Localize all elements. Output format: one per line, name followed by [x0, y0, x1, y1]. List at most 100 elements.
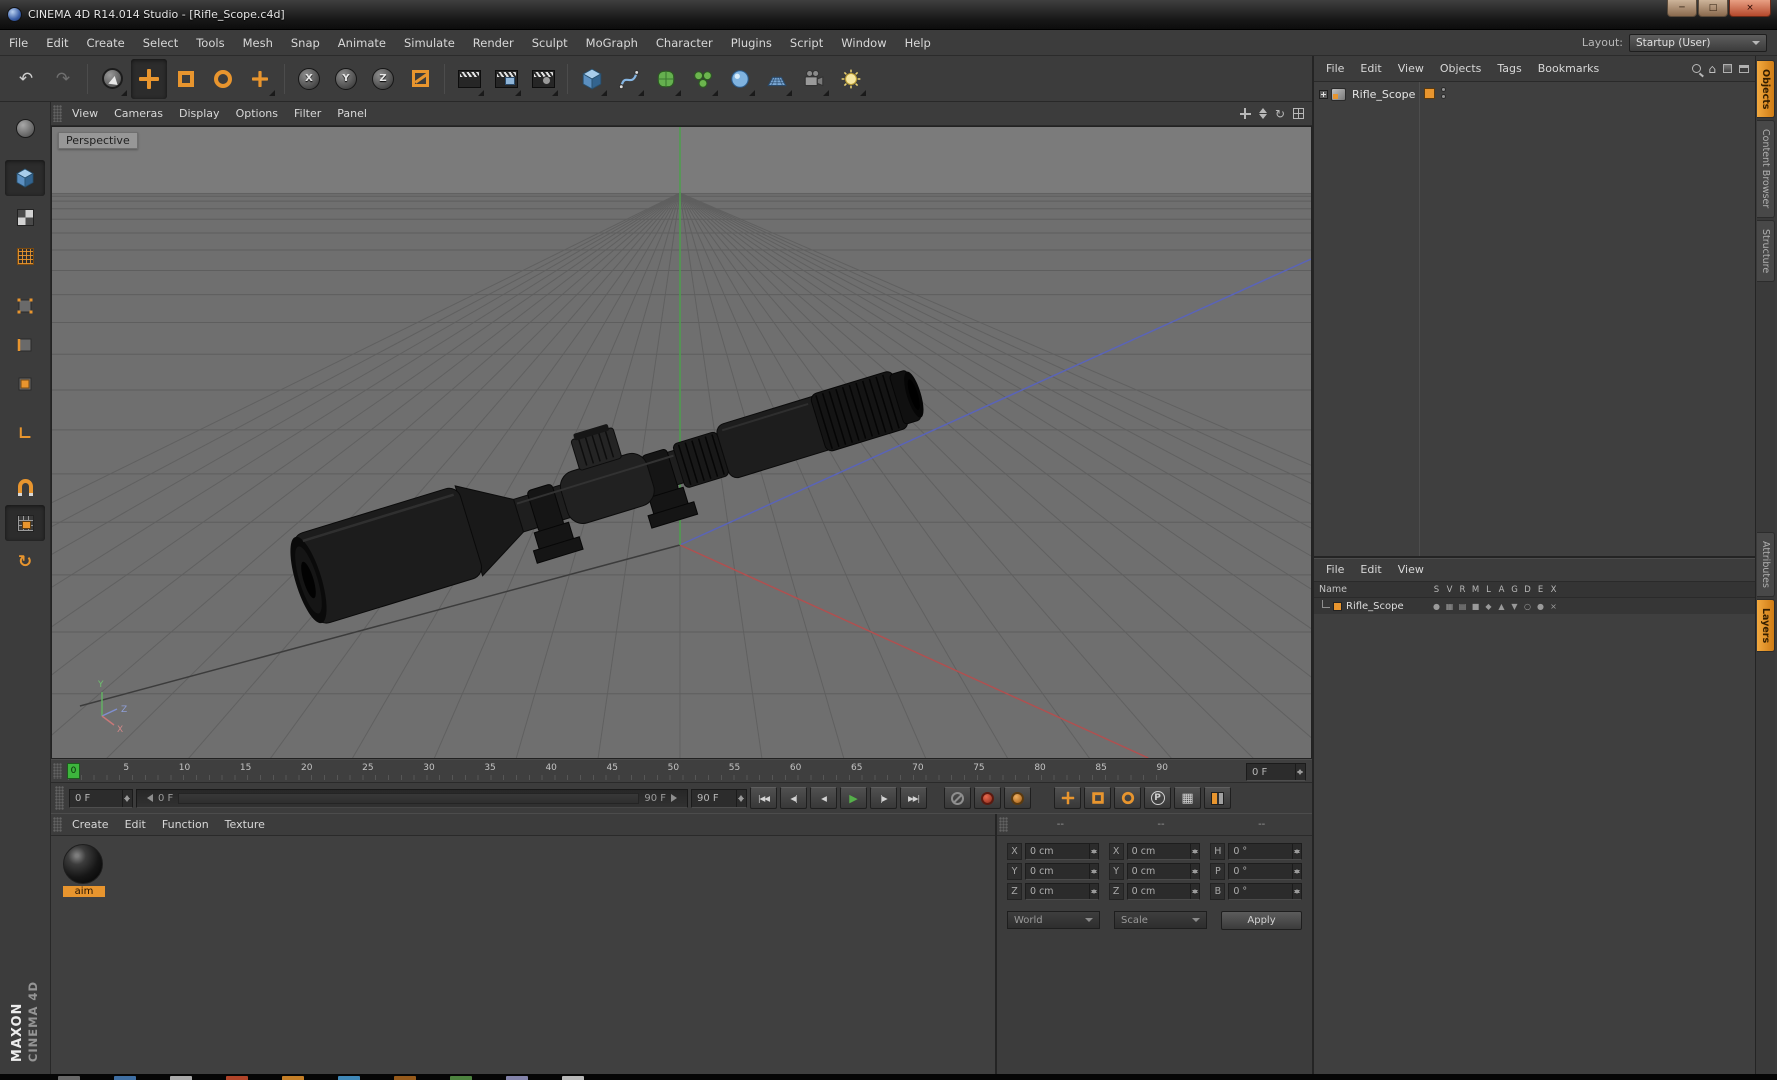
drag-handle-icon[interactable]: [53, 817, 62, 832]
menu-item[interactable]: Plugins: [722, 31, 781, 55]
frame-range-slider[interactable]: 0 F 90 F: [136, 788, 688, 808]
tab-objects[interactable]: Objects: [1757, 60, 1775, 119]
coordinate-input[interactable]: 0 cm: [1126, 863, 1201, 880]
menu-item[interactable]: Tools: [187, 31, 233, 55]
object-manager-menu-item[interactable]: File: [1318, 57, 1352, 81]
timeline-playhead[interactable]: 0: [67, 763, 80, 779]
menu-item[interactable]: Script: [781, 31, 832, 55]
taskbar-icon[interactable]: [226, 1076, 248, 1080]
render-settings-button[interactable]: [525, 59, 561, 99]
layer-toggle-icon[interactable]: ×: [1547, 602, 1560, 611]
layer-toggle-icon[interactable]: ▦: [1443, 602, 1456, 611]
material-menu-item[interactable]: Create: [64, 813, 117, 837]
model-mode-button[interactable]: [5, 160, 45, 196]
autokey-button[interactable]: [1004, 787, 1031, 809]
timeline-ruler[interactable]: 051015202530354045505560657075808590 0: [64, 760, 1242, 782]
end-frame-field[interactable]: 90 F: [691, 788, 747, 808]
menu-item[interactable]: Help: [896, 31, 940, 55]
rifle-scope-model[interactable]: [278, 333, 935, 632]
goto-start-button[interactable]: |◀◀: [750, 787, 777, 809]
object-manager-menu-item[interactable]: View: [1390, 57, 1432, 81]
texture-tag-icon[interactable]: [1424, 88, 1435, 99]
layer-column-header[interactable]: X: [1547, 585, 1560, 595]
mograph-cloner-button[interactable]: [685, 59, 721, 99]
coordinate-mode-dropdown[interactable]: World: [1007, 911, 1100, 929]
live-selection-button[interactable]: [94, 59, 130, 99]
stepper-icon[interactable]: [1291, 844, 1301, 859]
layer-toggle-icon[interactable]: ●: [1534, 602, 1547, 611]
redo-button[interactable]: ↷: [45, 59, 81, 99]
taskbar-icon[interactable]: [394, 1076, 416, 1080]
material-preview-sphere[interactable]: [63, 844, 103, 884]
add-spline-button[interactable]: [611, 59, 647, 99]
current-frame-field[interactable]: 0 F: [69, 788, 133, 808]
pan-view-icon[interactable]: [1239, 108, 1251, 119]
undo-button[interactable]: ↶: [8, 59, 44, 99]
viewport-menu-item[interactable]: Cameras: [106, 102, 171, 126]
edges-mode-button[interactable]: [5, 327, 45, 363]
layer-toggle-icon[interactable]: ▤: [1456, 602, 1469, 611]
layer-menu-item[interactable]: Edit: [1352, 558, 1389, 582]
workplane-snap-button[interactable]: [5, 505, 45, 541]
object-manager-menu-item[interactable]: Bookmarks: [1530, 57, 1607, 81]
apply-button[interactable]: Apply: [1221, 911, 1302, 930]
name-column-header[interactable]: Name: [1319, 584, 1430, 595]
taskbar-icon[interactable]: [450, 1076, 472, 1080]
object-manager-menu-item[interactable]: Objects: [1432, 57, 1490, 81]
layout-dropdown[interactable]: Startup (User): [1629, 33, 1767, 52]
layer-toggle-icon[interactable]: ■: [1469, 602, 1482, 611]
axis-lock-button[interactable]: Z: [365, 59, 401, 99]
key-rotation-button[interactable]: [1114, 787, 1141, 809]
home-icon[interactable]: ⌂: [1708, 63, 1716, 75]
tab-structure[interactable]: Structure: [1757, 219, 1775, 282]
previous-key-button[interactable]: ◀|: [780, 787, 807, 809]
close-button[interactable]: ×: [1729, 0, 1771, 17]
window-titlebar[interactable]: CINEMA 4D R14.014 Studio - [Rifle_Scope.…: [0, 0, 1777, 30]
stepper-icon[interactable]: [1291, 884, 1301, 899]
stepper-icon[interactable]: [736, 789, 746, 807]
perspective-viewport[interactable]: Perspective Y Z X: [51, 126, 1312, 759]
coordinate-input[interactable]: 0 °: [1228, 883, 1302, 900]
layer-column-header[interactable]: M: [1469, 585, 1482, 595]
quantize-rotate-button[interactable]: ↻: [5, 544, 45, 580]
path-up-icon[interactable]: [1723, 64, 1732, 73]
layer-toggle-icon[interactable]: ▼: [1508, 602, 1521, 611]
object-row[interactable]: Rifle_Scope: [1314, 85, 1755, 103]
menu-item[interactable]: Mesh: [234, 31, 282, 55]
layer-color-swatch[interactable]: [1333, 601, 1342, 611]
stepper-icon[interactable]: [1088, 884, 1098, 899]
taskbar-icon[interactable]: [114, 1076, 136, 1080]
workplane-mode-button[interactable]: [5, 238, 45, 274]
stepper-icon[interactable]: [1088, 864, 1098, 879]
key-scale-button[interactable]: [1084, 787, 1111, 809]
viewport-menu-item[interactable]: Display: [171, 102, 228, 126]
expand-icon[interactable]: [1319, 89, 1328, 99]
taskbar-icon[interactable]: [338, 1076, 360, 1080]
drag-handle-icon[interactable]: [53, 105, 62, 122]
tab-attributes[interactable]: Attributes: [1757, 532, 1775, 597]
menu-item[interactable]: Simulate: [395, 31, 464, 55]
layer-menu-item[interactable]: View: [1390, 558, 1432, 582]
object-manager-menu-item[interactable]: Edit: [1352, 57, 1389, 81]
key-position-button[interactable]: [1054, 787, 1081, 809]
taskbar-icon[interactable]: [562, 1076, 584, 1080]
windows-taskbar[interactable]: [0, 1074, 1777, 1080]
tab-layers[interactable]: Layers: [1757, 598, 1775, 653]
layer-toggle-icon[interactable]: ◆: [1482, 602, 1495, 611]
layer-toggle-icon[interactable]: ●: [1430, 602, 1443, 611]
key-parameter-button[interactable]: P: [1144, 787, 1171, 809]
snapping-button[interactable]: [5, 466, 45, 502]
add-cube-button[interactable]: [574, 59, 610, 99]
layer-list[interactable]: Rifle_Scope ● ▦ ▤ ■ ◆ ▲ ▼ ○ ● ×: [1314, 598, 1755, 1074]
menu-item[interactable]: File: [0, 31, 37, 55]
metaball-button[interactable]: [722, 59, 758, 99]
taskbar-icon[interactable]: [58, 1076, 80, 1080]
maximize-button[interactable]: □: [1698, 0, 1728, 17]
key-pla-button[interactable]: ▦: [1174, 787, 1201, 809]
coordinate-input[interactable]: 0 cm: [1126, 843, 1201, 860]
viewport-menu-item[interactable]: View: [64, 102, 106, 126]
last-tool-button[interactable]: [242, 59, 278, 99]
subdivision-surface-button[interactable]: [648, 59, 684, 99]
keyframe-record-button[interactable]: [974, 787, 1001, 809]
material-list[interactable]: aim: [51, 836, 995, 1074]
